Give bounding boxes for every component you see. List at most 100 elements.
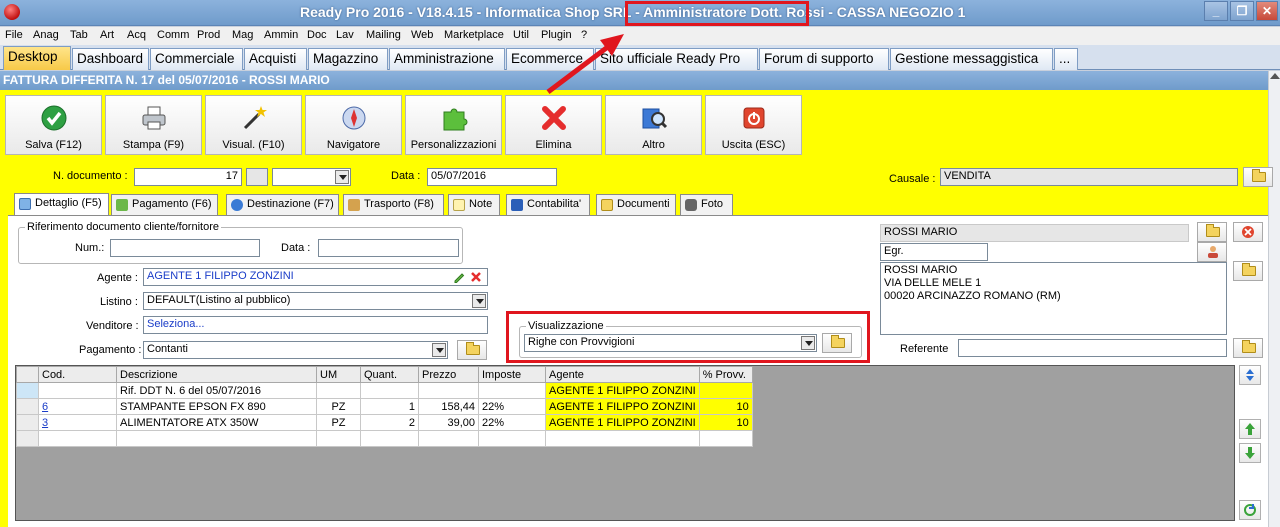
referente-browse-button[interactable]	[1233, 338, 1263, 358]
ndoc-series-select[interactable]	[272, 168, 351, 186]
subtab-note[interactable]: Note	[448, 194, 500, 215]
subtab-pagamento[interactable]: Pagamento (F6)	[111, 194, 218, 215]
venditore-field[interactable]: Seleziona...	[143, 316, 488, 334]
menu-doc[interactable]: Doc	[307, 29, 327, 41]
cell-quant[interactable]: 2	[360, 414, 419, 431]
cliente-browse-button[interactable]	[1197, 222, 1227, 242]
menu-web[interactable]: Web	[411, 29, 433, 41]
menu-mag[interactable]: Mag	[232, 29, 253, 41]
causale-browse-button[interactable]	[1243, 167, 1273, 187]
table-row[interactable]: 6 STAMPANTE EPSON FX 890 PZ 1 158,44 22%…	[16, 398, 753, 415]
cell-provv[interactable]	[698, 430, 753, 447]
cliente-clear-button[interactable]	[1233, 222, 1263, 242]
cell-quant[interactable]	[360, 430, 419, 447]
close-button[interactable]: ✕	[1256, 1, 1278, 21]
table-row[interactable]: 3 ALIMENTATORE ATX 350W PZ 2 39,00 22% A…	[16, 414, 753, 431]
chevron-down-icon[interactable]	[335, 170, 349, 184]
chevron-down-icon[interactable]	[472, 294, 486, 308]
tab-desktop[interactable]: Desktop	[3, 46, 71, 70]
cell-cod[interactable]: 3	[38, 414, 117, 431]
cell-descrizione[interactable]: Rif. DDT N. 6 del 05/07/2016	[116, 382, 317, 399]
menu-prod[interactable]: Prod	[197, 29, 220, 41]
cell-agente[interactable]	[545, 430, 700, 447]
navigator-button[interactable]: Navigatore	[305, 95, 402, 155]
exit-button[interactable]: Uscita (ESC)	[705, 95, 802, 155]
cell-prezzo[interactable]: 39,00	[418, 414, 479, 431]
print-button[interactable]: Stampa (F9)	[105, 95, 202, 155]
col-quant[interactable]: Quant.	[360, 366, 419, 383]
menu-marketplace[interactable]: Marketplace	[444, 29, 504, 41]
cell-descrizione[interactable]: ALIMENTATORE ATX 350W	[116, 414, 317, 431]
menu-acq[interactable]: Acq	[127, 29, 146, 41]
subtab-documenti[interactable]: Documenti	[596, 194, 676, 215]
tab-dashboard[interactable]: Dashboard	[72, 48, 149, 70]
subtab-dettaglio[interactable]: Dettaglio (F5)	[14, 193, 109, 215]
cell-imposte[interactable]	[478, 430, 546, 447]
cell-imposte[interactable]: 22%	[478, 398, 546, 415]
menu-art[interactable]: Art	[100, 29, 114, 41]
menu-file[interactable]: File	[5, 29, 23, 41]
cell-imposte[interactable]	[478, 382, 546, 399]
table-row[interactable]	[16, 430, 753, 447]
row-selector[interactable]	[16, 398, 39, 415]
col-imposte[interactable]: Imposte	[478, 366, 546, 383]
date-field[interactable]: 05/07/2016	[427, 168, 557, 186]
cell-um[interactable]: PZ	[316, 398, 361, 415]
sort-button[interactable]	[1239, 365, 1261, 385]
table-row[interactable]: Rif. DDT N. 6 del 05/07/2016 AGENTE 1 FI…	[16, 382, 753, 399]
cell-quant[interactable]: 1	[360, 398, 419, 415]
agente-field[interactable]: AGENTE 1 FILIPPO ZONZINI	[143, 268, 488, 286]
tab-commerciale[interactable]: Commerciale	[150, 48, 243, 70]
causale-field[interactable]: VENDITA	[940, 168, 1238, 186]
listino-select[interactable]: DEFAULT(Listino al pubblico)	[143, 292, 488, 310]
cell-prezzo[interactable]: 158,44	[418, 398, 479, 415]
cliente-contact-button[interactable]	[1197, 242, 1227, 262]
col-cod[interactable]: Cod.	[38, 366, 117, 383]
cell-provv[interactable]	[698, 382, 753, 399]
cod-link[interactable]: 3	[42, 417, 48, 429]
tab-forum[interactable]: Forum di supporto	[759, 48, 889, 70]
col-agente[interactable]: Agente	[545, 366, 700, 383]
cell-agente[interactable]: AGENTE 1 FILIPPO ZONZINI	[545, 382, 700, 399]
col-um[interactable]: UM	[316, 366, 361, 383]
move-down-button[interactable]	[1239, 443, 1261, 463]
menu-tab[interactable]: Tab	[70, 29, 88, 41]
cell-provv[interactable]: 10	[698, 398, 753, 415]
cell-agente[interactable]: AGENTE 1 FILIPPO ZONZINI	[545, 398, 700, 415]
pagamento-select[interactable]: Contanti	[143, 341, 448, 359]
minimize-button[interactable]: _	[1204, 1, 1228, 21]
row-selector[interactable]	[16, 414, 39, 431]
save-button[interactable]: Salva (F12)	[5, 95, 102, 155]
tab-acquisti[interactable]: Acquisti	[244, 48, 307, 70]
cell-um[interactable]	[316, 382, 361, 399]
refresh-button[interactable]	[1239, 500, 1261, 520]
tab-amministrazione[interactable]: Amministrazione	[389, 48, 505, 70]
restore-button[interactable]: ❐	[1230, 1, 1254, 21]
row-selector[interactable]	[16, 382, 39, 399]
col-prezzo[interactable]: Prezzo	[418, 366, 479, 383]
cliente-address-box[interactable]: ROSSI MARIO VIA DELLE MELE 1 00020 ARCIN…	[880, 262, 1227, 335]
edit-pencil-icon[interactable]	[453, 271, 465, 283]
subtab-destinazione[interactable]: Destinazione (F7)	[226, 194, 339, 215]
cell-um[interactable]	[316, 430, 361, 447]
referente-field[interactable]	[958, 339, 1227, 357]
rif-data-field[interactable]	[318, 239, 459, 257]
cell-quant[interactable]	[360, 382, 419, 399]
chevron-down-icon[interactable]	[432, 343, 446, 357]
move-up-button[interactable]	[1239, 419, 1261, 439]
subtab-contabilita[interactable]: Contabilita'	[506, 194, 590, 215]
rif-num-field[interactable]	[110, 239, 260, 257]
cod-link[interactable]: 6	[42, 401, 48, 413]
subtab-foto[interactable]: Foto	[680, 194, 733, 215]
cell-prezzo[interactable]	[418, 382, 479, 399]
document-lines-grid[interactable]: Cod. Descrizione UM Quant. Prezzo Impost…	[15, 365, 1235, 521]
row-selector[interactable]	[16, 430, 39, 447]
pagamento-browse-button[interactable]	[457, 340, 487, 360]
menu-comm[interactable]: Comm	[157, 29, 189, 41]
preview-button[interactable]: Visual. (F10)	[205, 95, 302, 155]
address-browse-button[interactable]	[1233, 261, 1263, 281]
menu-lav[interactable]: Lav	[336, 29, 354, 41]
cell-descrizione[interactable]	[116, 430, 317, 447]
ndoc-suffix-field[interactable]	[246, 168, 268, 186]
cell-cod[interactable]: 6	[38, 398, 117, 415]
